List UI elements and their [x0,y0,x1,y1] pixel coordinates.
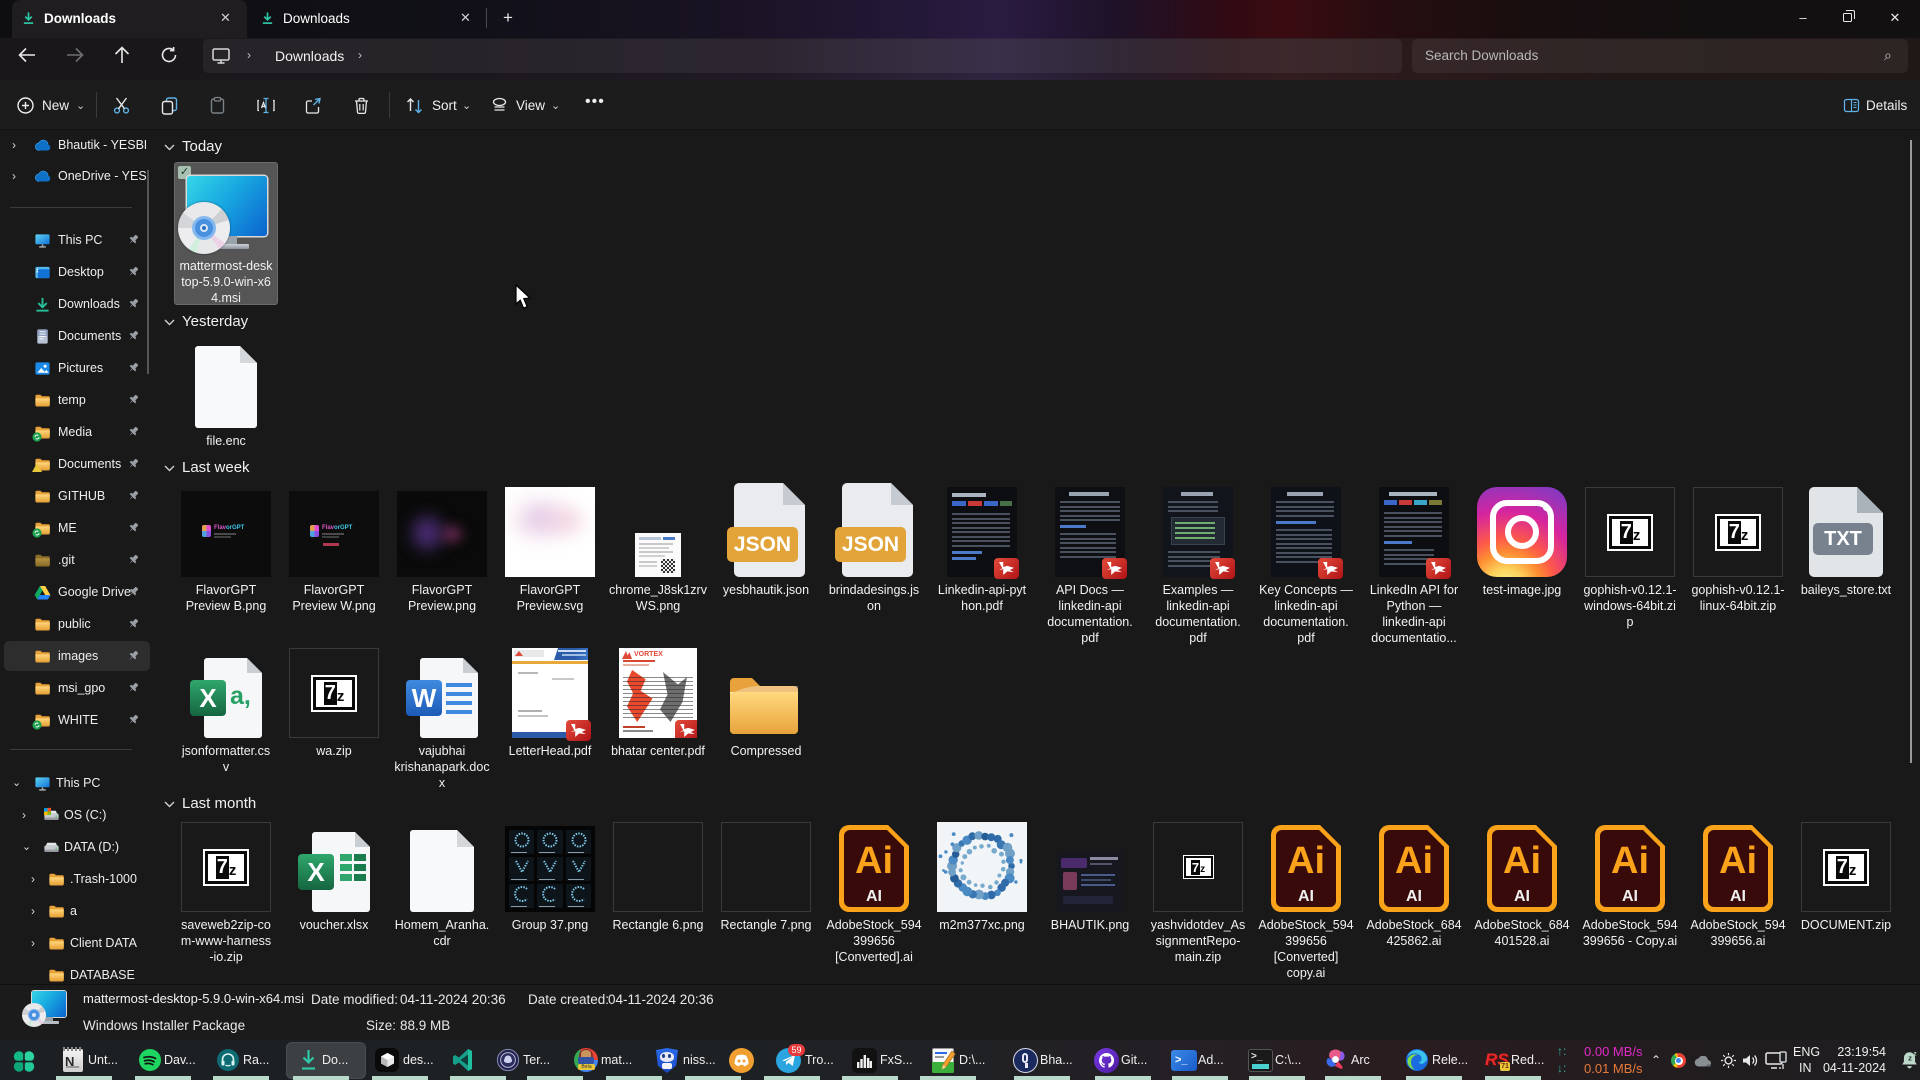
svg-text:z: z [1908,1054,1912,1063]
svg-text:z: z [1913,1051,1917,1058]
